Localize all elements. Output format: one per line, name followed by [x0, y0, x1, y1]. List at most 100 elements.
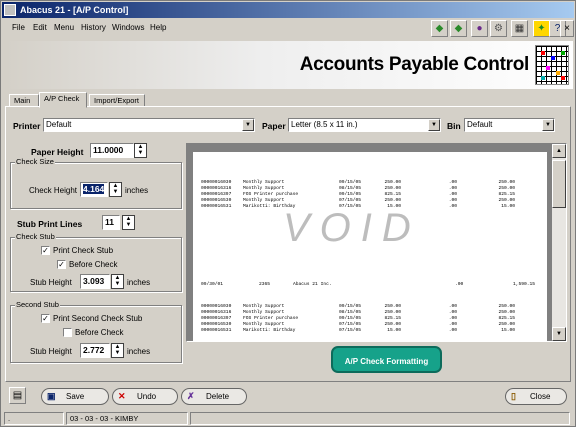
stub-print-lines-field[interactable]: 11	[102, 215, 120, 230]
footer-bar: ▤ ▣ Save ✕ Undo ✗ Delete ▯ Close	[5, 384, 571, 408]
preview-cell: 250.00	[384, 322, 401, 327]
preview-cell: 250.00	[498, 310, 515, 315]
tab-ap-check[interactable]: A/P Check	[39, 92, 87, 108]
check-height-unit: inches	[125, 186, 149, 195]
door-icon: ▯	[511, 391, 516, 401]
preview-cell: 00000016530	[201, 322, 232, 327]
preview-cell: 15.00	[387, 328, 401, 333]
scroll-thumb[interactable]	[552, 160, 566, 208]
flag-icon[interactable]: ●	[471, 20, 488, 37]
menu-menu[interactable]: Menu	[54, 23, 74, 32]
menu-edit[interactable]: Edit	[33, 23, 47, 32]
check-height-field[interactable]: 4.164	[80, 182, 108, 197]
print-preview-icon[interactable]: ▤	[9, 387, 26, 404]
chevron-down-icon[interactable]: ▼	[428, 119, 440, 131]
menu-history[interactable]: History	[81, 23, 106, 32]
check-line-cell: .00	[455, 282, 464, 287]
preview-cell: 07/15/05	[339, 198, 362, 203]
preview-cell: 00000016030	[201, 180, 232, 185]
stub-print-lines-spinner[interactable]: ▲ ▼	[122, 215, 135, 230]
stub-height2-spinner[interactable]: ▲ ▼	[111, 343, 124, 358]
abacus-logo-icon	[535, 45, 569, 85]
printer-label: Printer	[13, 121, 41, 131]
chevron-down-icon[interactable]: ▼	[542, 119, 554, 131]
second-stub-title: Second Stub	[15, 300, 60, 309]
print-second-stub-checkbox[interactable]: ✓	[41, 314, 50, 323]
stub-height2-field[interactable]: 2.772	[80, 343, 110, 358]
preview-cell: 825.15	[384, 316, 401, 321]
preview-cell: 09/15/05	[339, 180, 362, 185]
save-label: Save	[66, 392, 85, 401]
undo-x-icon: ✕	[118, 391, 126, 401]
paper-height-field[interactable]: 11.0000	[90, 143, 134, 158]
before-check2-checkbox[interactable]	[63, 328, 72, 337]
scroll-down-icon[interactable]: ▼	[552, 327, 566, 341]
preview-cell: 250.00	[384, 304, 401, 309]
calculator-icon[interactable]: ▦	[511, 20, 528, 37]
preview-scrollbar[interactable]: ▲ ▼	[552, 144, 566, 341]
check-line-cell: 1,590.15	[513, 282, 536, 287]
undo-button[interactable]: ✕ Undo	[112, 388, 178, 405]
bin-select[interactable]: Default ▼	[464, 118, 555, 132]
before-check-label: Before Check	[69, 260, 118, 269]
preview-cell: 00000016531	[201, 204, 232, 209]
paper-label: Paper	[262, 121, 286, 131]
check-height-spinner[interactable]: ▲ ▼	[109, 182, 122, 197]
preview-cell: 250.00	[498, 322, 515, 327]
exit-figure-icon[interactable]: ✦	[533, 20, 550, 37]
menu-help[interactable]: Help	[150, 23, 166, 32]
menu-file[interactable]: File	[12, 23, 25, 32]
preview-cell: 09/15/05	[339, 304, 362, 309]
preview-cell: 15.00	[501, 204, 515, 209]
stub-height-spinner[interactable]: ▲ ▼	[111, 274, 124, 289]
preview-cell: FOS Printer purchase	[243, 316, 299, 321]
preview-cell: 00000016316	[201, 310, 232, 315]
check-preview: 00000016030 Monthly Support 09/15/05 250.00…	[186, 143, 567, 342]
preview-cell: 00000016531	[201, 328, 232, 333]
forward-arrow-icon[interactable]: ◆	[450, 20, 467, 37]
preview-cell: Monthly Support	[243, 310, 285, 315]
preview-cell: 15.00	[501, 328, 515, 333]
check-line-cell: 2365	[259, 282, 271, 287]
void-watermark: VOID	[283, 206, 421, 250]
print-check-stub-checkbox[interactable]: ✓	[41, 246, 50, 255]
close-button[interactable]: ▯ Close	[505, 388, 567, 405]
preview-cell: Monthly Support	[243, 186, 285, 191]
status-pane-1: .	[4, 412, 64, 425]
check-size-title: Check Size	[15, 157, 55, 166]
preview-cell: 00000016397	[201, 192, 232, 197]
paper-select[interactable]: Letter (8.5 x 11 in.) ▼	[288, 118, 441, 132]
preview-cell: .00	[448, 322, 457, 327]
chevron-down-icon[interactable]: ▼	[242, 119, 254, 131]
menu-windows[interactable]: Windows	[112, 23, 144, 32]
title-bar: Abacus 21 - [A/P Control]	[2, 2, 574, 18]
preview-cell: 07/15/05	[339, 328, 362, 333]
scroll-up-icon[interactable]: ▲	[552, 144, 566, 158]
save-button[interactable]: ▣ Save	[41, 388, 109, 405]
print-check-stub-label: Print Check Stub	[53, 246, 114, 255]
delete-button[interactable]: ✗ Delete	[181, 388, 247, 405]
close-icon[interactable]: ×	[560, 20, 574, 37]
preview-cell: Monthly Support	[243, 198, 285, 203]
preview-cell: 08/15/05	[339, 186, 362, 191]
back-arrow-icon[interactable]: ◆	[431, 20, 448, 37]
stub-height-field[interactable]: 3.093	[80, 274, 110, 289]
preview-cell: 250.00	[498, 304, 515, 309]
disk-icon: ▣	[47, 391, 56, 401]
gear-icon[interactable]: ⚙	[490, 20, 507, 37]
before-check-checkbox[interactable]: ✓	[57, 260, 66, 269]
preview-cell: .00	[448, 198, 457, 203]
paper-height-spinner[interactable]: ▲ ▼	[134, 143, 147, 158]
status-date-user: 03 - 03 - 03 - KIMBY	[66, 412, 188, 425]
preview-cell: .00	[448, 316, 457, 321]
preview-cell: 250.00	[498, 198, 515, 203]
check-line-cell: Abacus 21 Inc.	[293, 282, 332, 287]
ap-check-formatting-button[interactable]: A/P Check Formatting	[331, 346, 442, 373]
printer-select[interactable]: Default ▼	[43, 118, 255, 132]
delete-icon: ✗	[187, 391, 195, 401]
preview-cell: 250.00	[498, 186, 515, 191]
preview-cell: 250.00	[384, 198, 401, 203]
check-stub-title: Check Stub	[15, 232, 56, 241]
preview-cell: 08/15/05	[339, 310, 362, 315]
banner: Accounts Payable Control	[5, 41, 573, 89]
